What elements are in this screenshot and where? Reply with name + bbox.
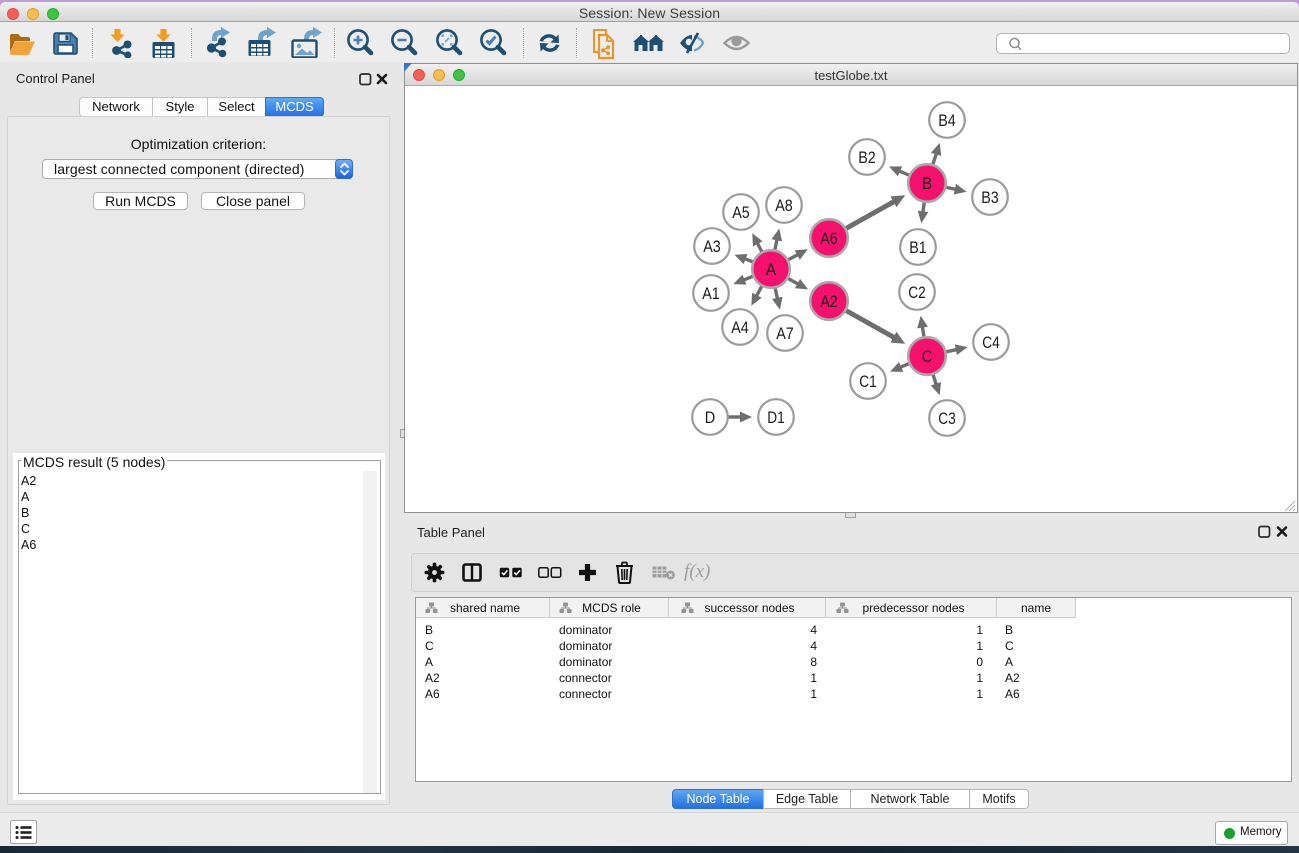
- svg-text:A5: A5: [732, 204, 750, 222]
- svg-text:A: A: [766, 261, 777, 279]
- svg-text:A7: A7: [776, 325, 794, 343]
- svg-text:B2: B2: [858, 149, 876, 167]
- svg-text:A2: A2: [820, 293, 838, 311]
- svg-text:B: B: [922, 175, 933, 193]
- svg-text:D: D: [705, 409, 716, 427]
- svg-text:A3: A3: [703, 238, 721, 256]
- svg-text:C1: C1: [859, 373, 877, 391]
- svg-text:B3: B3: [981, 189, 999, 207]
- svg-text:B1: B1: [909, 239, 927, 257]
- svg-text:A8: A8: [775, 197, 793, 215]
- svg-text:D1: D1: [767, 409, 785, 427]
- svg-text:B4: B4: [938, 112, 956, 130]
- svg-text:C3: C3: [938, 410, 956, 428]
- svg-text:A6: A6: [820, 230, 838, 248]
- svg-text:C4: C4: [982, 334, 1000, 352]
- svg-text:A1: A1: [702, 285, 720, 303]
- svg-text:A4: A4: [731, 319, 749, 337]
- svg-text:C2: C2: [908, 284, 926, 302]
- svg-text:C: C: [922, 348, 933, 366]
